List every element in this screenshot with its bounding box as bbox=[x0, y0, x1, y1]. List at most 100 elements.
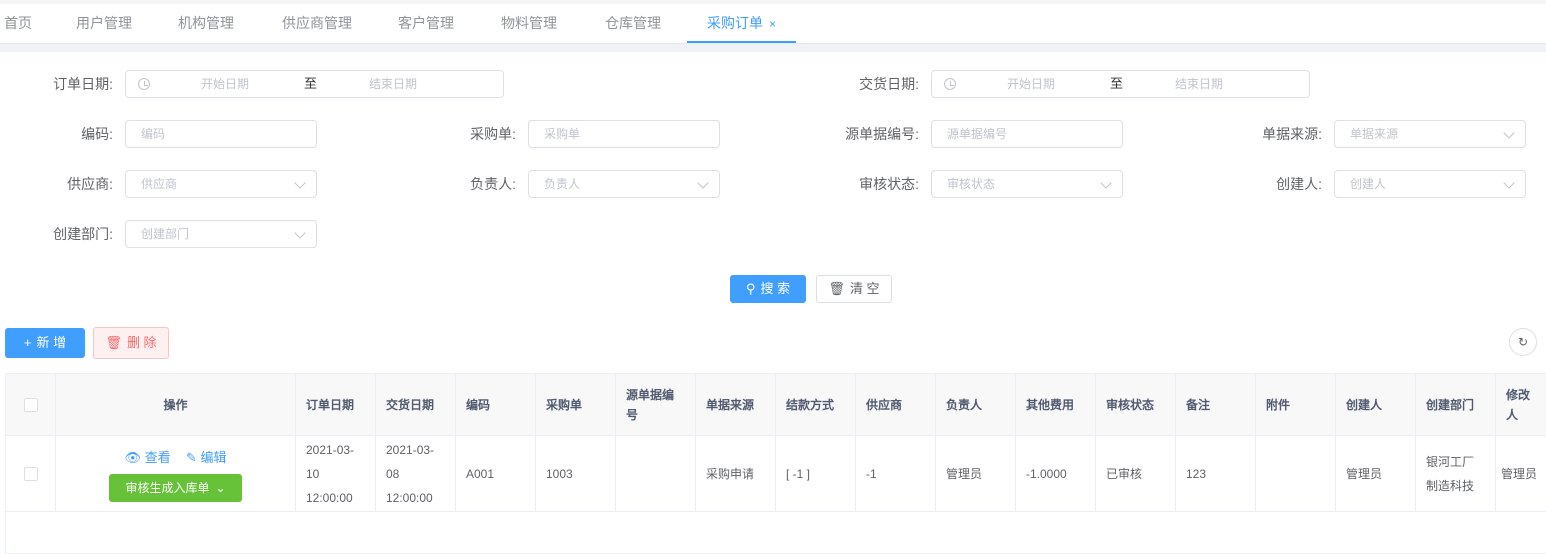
delivery-date-range[interactable]: 开始日期 至 结束日期 bbox=[931, 70, 1310, 98]
dept-cell: 银河工厂制造科技 bbox=[1416, 436, 1496, 512]
owner-select[interactable]: 负责人 bbox=[528, 170, 720, 198]
column-header: 审核状态 bbox=[1096, 374, 1176, 436]
row-select-cell bbox=[6, 436, 56, 512]
purchase-order-table: 操作 订单日期 交货日期 编码 采购单 源单据编号 单据来源 结款方式 供应商 … bbox=[5, 373, 1546, 554]
owner-cell: 管理员 bbox=[936, 436, 1016, 512]
edit-link-label: 编辑 bbox=[200, 449, 227, 465]
delete-button[interactable]: 🗑 删 除 bbox=[93, 327, 169, 359]
clock-icon bbox=[944, 78, 956, 90]
clear-button-label: 清 空 bbox=[849, 281, 880, 296]
source-type-select[interactable]: 单据来源 bbox=[1334, 120, 1526, 148]
chevron-down-icon bbox=[1503, 127, 1515, 139]
refresh-button[interactable]: ↻ bbox=[1509, 328, 1537, 356]
supplier-select[interactable]: 供应商 bbox=[125, 170, 317, 198]
modifier-cell: 管理员 bbox=[1496, 436, 1546, 512]
trash-icon: 🗑 bbox=[828, 281, 845, 296]
attachment-cell bbox=[1256, 436, 1336, 512]
column-header: 负责人 bbox=[936, 374, 1016, 436]
audit-status-label: 审核状态: bbox=[859, 176, 919, 192]
column-header: 采购单 bbox=[536, 374, 616, 436]
clock-icon bbox=[138, 78, 150, 90]
code-cell: A001 bbox=[456, 436, 536, 512]
order-date-start[interactable]: 开始日期 bbox=[201, 71, 249, 97]
source-no-cell bbox=[616, 436, 696, 512]
purchase-no-input[interactable]: 采购单 bbox=[528, 120, 720, 148]
tab-warehouse[interactable]: 仓库管理 bbox=[605, 4, 661, 43]
order-date-label: 订单日期: bbox=[53, 76, 113, 92]
order-date-cell: 2021-03-10 12:00:00 bbox=[296, 436, 376, 512]
supplier-cell: -1 bbox=[856, 436, 936, 512]
delivery-date-label: 交货日期: bbox=[859, 76, 919, 92]
purchase-no-label: 采购单: bbox=[470, 126, 516, 142]
column-header: 订单日期 bbox=[296, 374, 376, 436]
tab-orgs[interactable]: 机构管理 bbox=[178, 4, 234, 43]
plus-icon: + bbox=[23, 335, 32, 350]
column-header: 供应商 bbox=[856, 374, 936, 436]
generate-receipt-dropdown[interactable]: 审核生成入库单 ⌄ bbox=[109, 473, 242, 502]
source-type-label: 单据来源: bbox=[1262, 126, 1322, 142]
edit-link[interactable]: ✎ 编辑 bbox=[186, 450, 227, 465]
eye-icon: 👁 bbox=[124, 449, 145, 465]
column-header: 单据来源 bbox=[696, 374, 776, 436]
dept-select[interactable]: 创建部门 bbox=[125, 220, 317, 248]
code-input[interactable]: 编码 bbox=[125, 120, 317, 148]
dept-label: 创建部门: bbox=[53, 226, 113, 242]
select-all-checkbox[interactable] bbox=[23, 397, 38, 412]
tab-customers[interactable]: 客户管理 bbox=[398, 4, 454, 43]
source-no-label: 源单据编号: bbox=[845, 126, 919, 142]
range-separator: 至 bbox=[304, 76, 318, 91]
audit-status-select[interactable]: 审核状态 bbox=[931, 170, 1123, 198]
delivery-date-start[interactable]: 开始日期 bbox=[1007, 71, 1055, 97]
source-no-input[interactable]: 源单据编号 bbox=[931, 120, 1123, 148]
payment-cell: [ -1 ] bbox=[776, 436, 856, 512]
tab-purchase-order-label: 采购订单 bbox=[707, 15, 763, 31]
delivery-date-cell: 2021-03-08 12:00:00 bbox=[376, 436, 456, 512]
column-header: 交货日期 bbox=[376, 374, 456, 436]
row-checkbox[interactable] bbox=[23, 466, 38, 481]
code-label: 编码: bbox=[81, 126, 113, 142]
owner-label: 负责人: bbox=[470, 176, 516, 192]
order-date-range[interactable]: 开始日期 至 结束日期 bbox=[125, 70, 504, 98]
refresh-icon: ↻ bbox=[1517, 335, 1529, 349]
close-icon[interactable]: × bbox=[769, 17, 776, 31]
column-header: 创建人 bbox=[1336, 374, 1416, 436]
clear-button[interactable]: 🗑 清 空 bbox=[816, 275, 892, 303]
row-action-links: 👁 查看 ✎ 编辑 bbox=[118, 446, 232, 470]
delivery-date-end[interactable]: 结束日期 bbox=[1175, 71, 1223, 97]
add-button[interactable]: + 新 增 bbox=[5, 328, 85, 358]
source-type-placeholder: 单据来源 bbox=[1350, 127, 1399, 141]
pencil-icon: ✎ bbox=[185, 449, 201, 465]
creator-cell: 管理员 bbox=[1336, 436, 1416, 512]
chevron-down-icon bbox=[1503, 177, 1515, 189]
audit-status-placeholder: 审核状态 bbox=[947, 177, 996, 191]
column-header: 备注 bbox=[1176, 374, 1256, 436]
tab-materials[interactable]: 物料管理 bbox=[501, 4, 557, 43]
chevron-down-icon: ⌄ bbox=[215, 480, 226, 495]
source-type-cell: 采购申请 bbox=[696, 436, 776, 512]
view-link-label: 查看 bbox=[144, 449, 171, 465]
creator-select[interactable]: 创建人 bbox=[1334, 170, 1526, 198]
delete-button-label: 删 除 bbox=[126, 335, 157, 350]
column-header: 操作 bbox=[56, 374, 296, 436]
column-header: 编码 bbox=[456, 374, 536, 436]
search-button-label: 搜 索 bbox=[760, 281, 791, 296]
tab-suppliers[interactable]: 供应商管理 bbox=[282, 4, 352, 43]
tab-bar: 首页 用户管理 机构管理 供应商管理 客户管理 物料管理 仓库管理 采购订单 × bbox=[0, 0, 1546, 44]
chevron-down-icon bbox=[294, 227, 306, 239]
purchase-no-cell: 1003 bbox=[536, 436, 616, 512]
search-icon: ⚲ bbox=[745, 281, 756, 296]
row-actions-cell: 👁 查看 ✎ 编辑 审核生成入库单 ⌄ bbox=[56, 436, 296, 512]
order-date-end[interactable]: 结束日期 bbox=[369, 71, 417, 97]
dept-placeholder: 创建部门 bbox=[141, 227, 190, 241]
column-header: 修改人 bbox=[1496, 374, 1546, 436]
tab-purchase-order[interactable]: 采购订单 × bbox=[687, 4, 797, 43]
owner-placeholder: 负责人 bbox=[544, 177, 581, 191]
tab-users[interactable]: 用户管理 bbox=[76, 4, 132, 43]
supplier-label: 供应商: bbox=[67, 176, 113, 192]
view-link[interactable]: 👁 查看 bbox=[124, 450, 170, 465]
remark-cell: 123 bbox=[1176, 436, 1256, 512]
range-separator: 至 bbox=[1110, 76, 1124, 91]
column-header: 创建部门 bbox=[1416, 374, 1496, 436]
search-button[interactable]: ⚲ 搜 索 bbox=[730, 275, 806, 303]
tab-home[interactable]: 首页 bbox=[4, 4, 32, 43]
